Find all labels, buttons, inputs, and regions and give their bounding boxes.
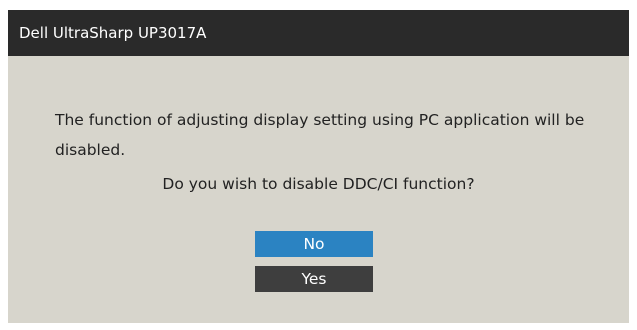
title-bar: Dell UltraSharp UP3017A — [8, 10, 629, 56]
yes-button-label: Yes — [301, 270, 327, 288]
window-title: Dell UltraSharp UP3017A — [19, 24, 207, 42]
warning-message: The function of adjusting display settin… — [55, 111, 585, 159]
message-text: The function of adjusting display settin… — [55, 105, 595, 165]
yes-button[interactable]: Yes — [255, 266, 373, 292]
confirmation-question: Do you wish to disable DDC/CI function? — [162, 175, 475, 193]
no-button-label: No — [303, 235, 325, 253]
ddc-ci-dialog: Dell UltraSharp UP3017A The function of … — [8, 10, 629, 323]
no-button[interactable]: No — [255, 231, 373, 257]
